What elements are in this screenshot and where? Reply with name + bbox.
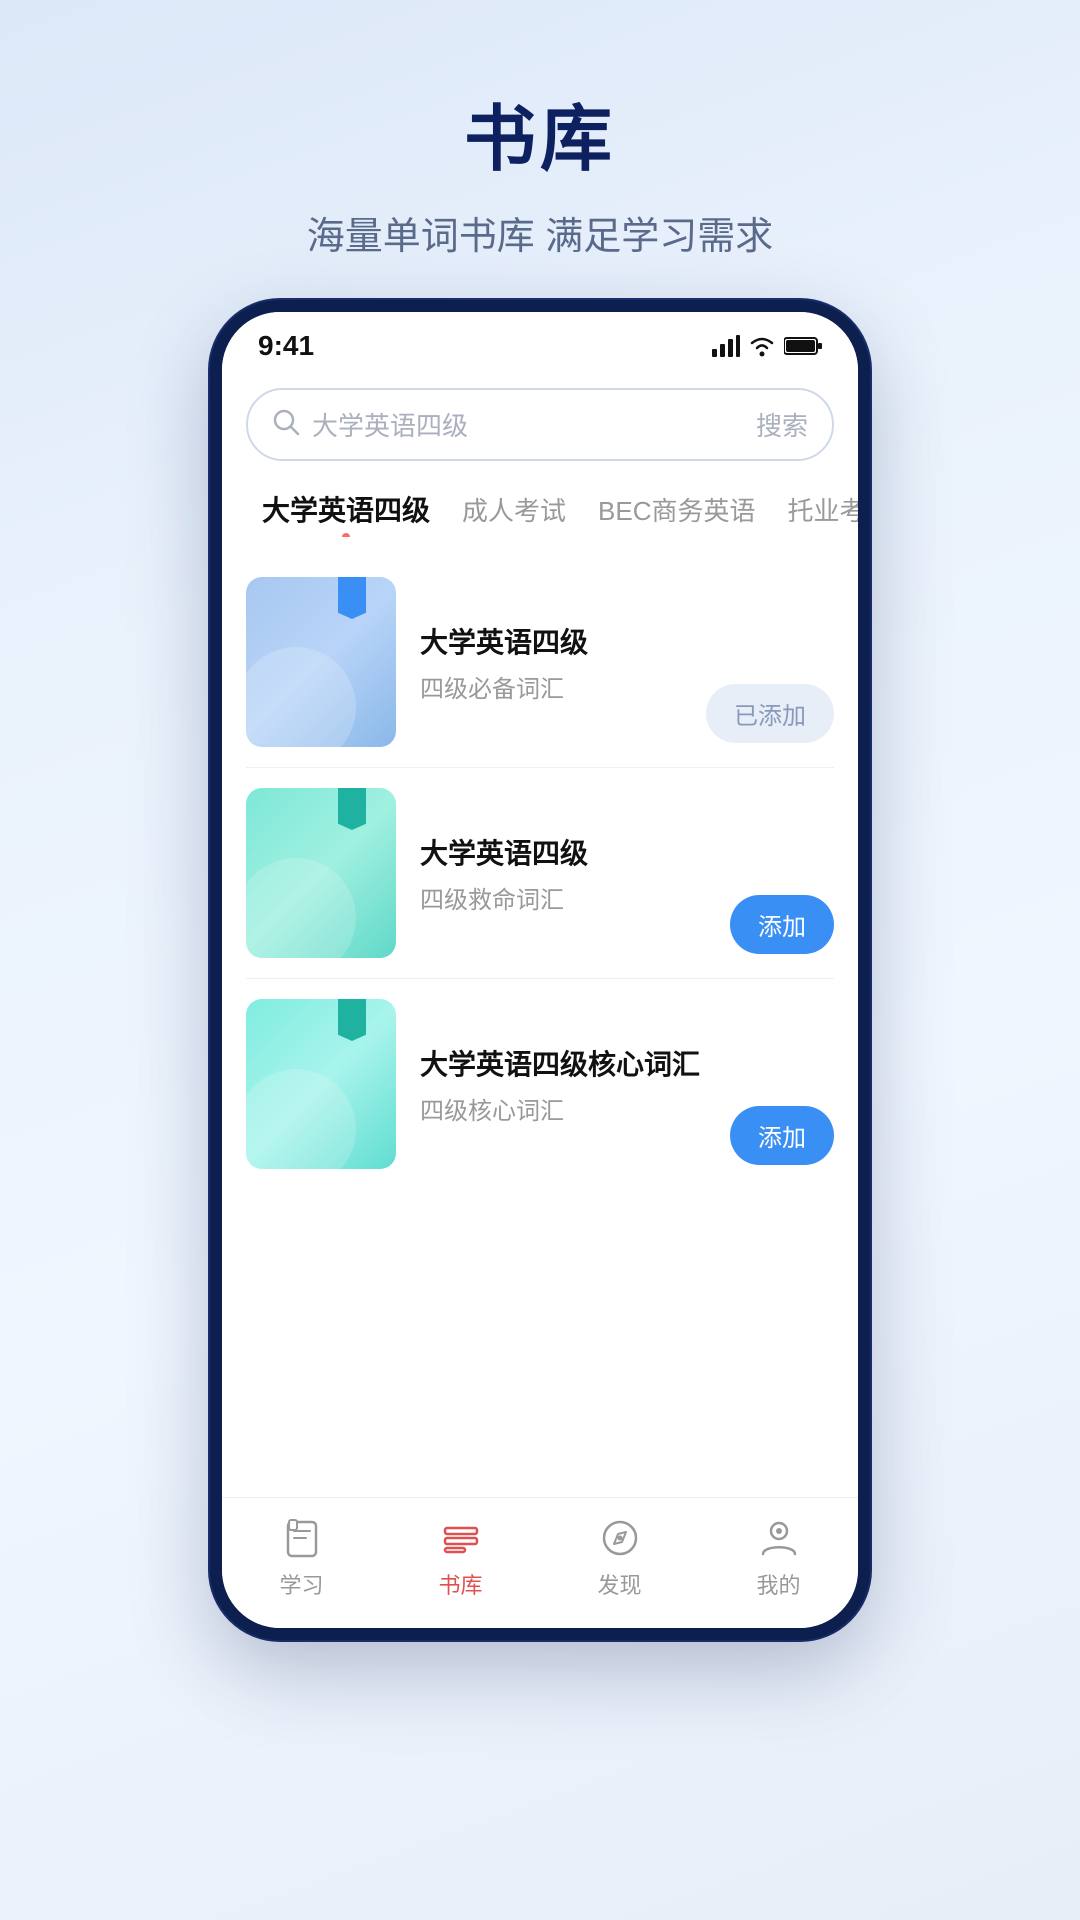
add-button-3[interactable]: 添加 (730, 1106, 834, 1165)
book-cover-3[interactable] (246, 999, 396, 1169)
signal-icon (712, 335, 740, 357)
added-button-1[interactable]: 已添加 (706, 684, 834, 743)
book-cover-1[interactable] (246, 577, 396, 747)
book-name-1: 大学英语四级 (420, 621, 834, 661)
category-tabs: 大学英语四级 成人考试 BEC商务英语 托业考试A (222, 461, 858, 537)
page-header: 书库 海量单词书库 满足学习需求 (307, 80, 774, 260)
book-cover-circle (246, 858, 356, 958)
book-action-1: 已添加 (706, 684, 834, 743)
page-subtitle: 海量单词书库 满足学习需求 (307, 205, 774, 260)
status-bar: 9:41 (222, 312, 858, 372)
status-icons (712, 335, 822, 357)
book-list: 大学英语四级 四级必备词汇 已添加 大学英语四级 四级救命词汇 添加 (222, 537, 858, 1497)
nav-study-label: 学习 (279, 1568, 323, 1600)
nav-library-label: 书库 (438, 1568, 482, 1600)
mine-icon (755, 1514, 803, 1562)
book-name-3: 大学英语四级核心词汇 (420, 1043, 834, 1083)
wifi-icon (748, 335, 776, 357)
book-cover-2[interactable] (246, 788, 396, 958)
book-item: 大学英语四级核心词汇 四级核心词汇 添加 (246, 979, 834, 1189)
book-action-3: 添加 (730, 1106, 834, 1165)
nav-mine-label: 我的 (756, 1568, 800, 1600)
discover-icon (596, 1514, 644, 1562)
nav-study[interactable]: 学习 (278, 1514, 326, 1600)
book-cover-circle (246, 1069, 356, 1169)
book-bookmark-2 (338, 788, 366, 830)
study-icon (278, 1514, 326, 1562)
search-input[interactable]: 大学英语四级 (312, 406, 756, 443)
search-icon (272, 408, 300, 441)
book-bookmark-1 (338, 577, 366, 619)
search-button[interactable]: 搜索 (756, 406, 808, 443)
book-cover-circle (246, 647, 356, 747)
nav-discover-label: 发现 (597, 1568, 641, 1600)
battery-icon (784, 336, 822, 356)
book-name-2: 大学英语四级 (420, 832, 834, 872)
search-container: 大学英语四级 搜索 (222, 372, 858, 461)
search-bar[interactable]: 大学英语四级 搜索 (246, 388, 834, 461)
tab-bec[interactable]: BEC商务英语 (582, 483, 771, 536)
book-item: 大学英语四级 四级救命词汇 添加 (246, 768, 834, 979)
tab-cet4[interactable]: 大学英语四级 (246, 481, 446, 537)
nav-mine[interactable]: 我的 (755, 1514, 803, 1600)
nav-discover[interactable]: 发现 (596, 1514, 644, 1600)
book-action-2: 添加 (730, 895, 834, 954)
page-title: 书库 (307, 80, 774, 185)
tab-adult-exam[interactable]: 成人考试 (446, 483, 582, 536)
book-item: 大学英语四级 四级必备词汇 已添加 (246, 557, 834, 768)
add-button-2[interactable]: 添加 (730, 895, 834, 954)
book-bookmark-3 (338, 999, 366, 1041)
status-time: 9:41 (258, 330, 314, 362)
tab-toeic[interactable]: 托业考试A (772, 483, 859, 536)
nav-library[interactable]: 书库 (437, 1514, 485, 1600)
bottom-nav: 学习 书库 发现 (222, 1497, 858, 1628)
library-icon (437, 1514, 485, 1562)
phone-mockup: 9:41 (210, 300, 870, 1640)
